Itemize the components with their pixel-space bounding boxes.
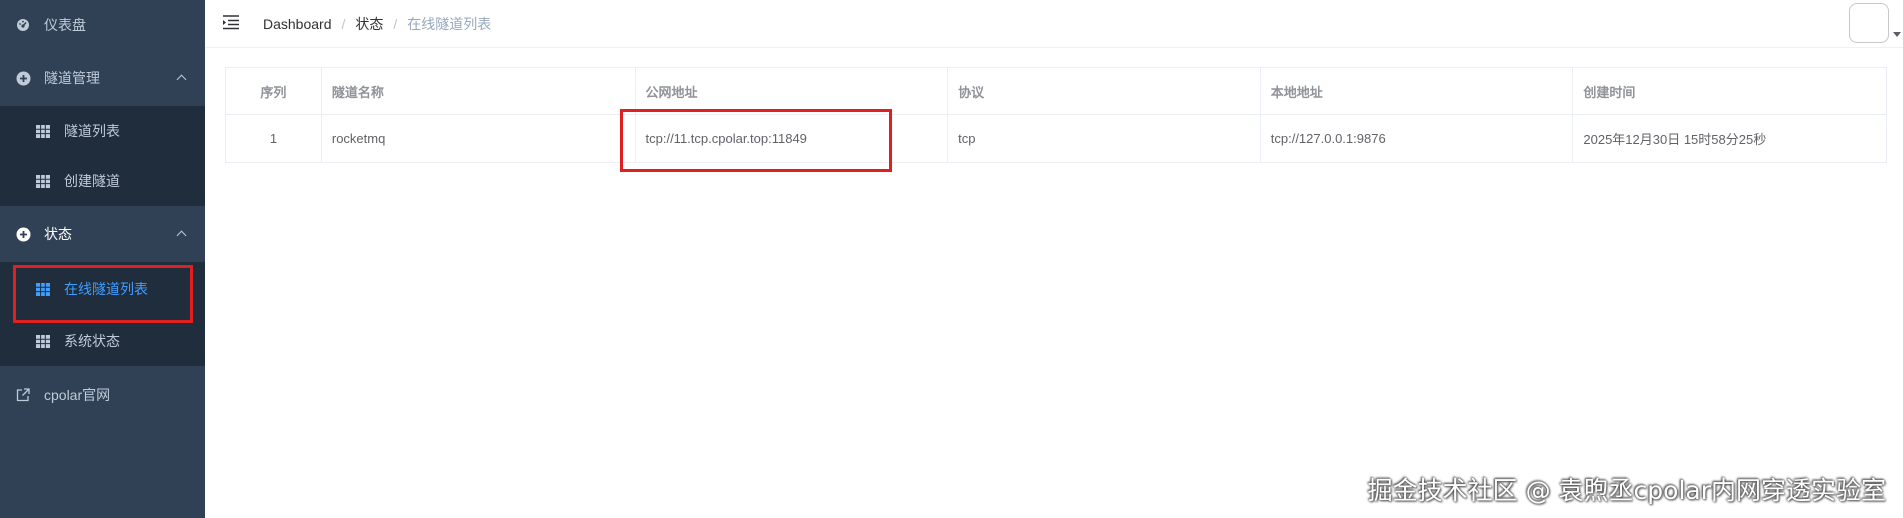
table-icon xyxy=(35,333,51,349)
table-cell-name: rocketmq xyxy=(322,115,636,162)
table-header-cell: 隧道名称 xyxy=(322,68,636,114)
breadcrumb-item-current: 在线隧道列表 xyxy=(407,16,492,32)
table-header-cell: 协议 xyxy=(948,68,1261,114)
chevron-up-icon xyxy=(176,230,187,241)
table-icon xyxy=(35,281,51,297)
navbar: Dashboard / 状态 / 在线隧道列表 xyxy=(205,0,1903,48)
sidebar-group-status[interactable]: 状态 xyxy=(0,206,205,262)
tunnel-table: 序列 隧道名称 公网地址 协议 本地地址 创建时间 1 rocketmq tcp… xyxy=(225,67,1887,163)
submenu-status: 在线隧道列表 系统状态 xyxy=(0,262,205,366)
table-header-cell: 创建时间 xyxy=(1583,84,1636,100)
sidebar-label: 在线隧道列表 xyxy=(64,281,148,297)
breadcrumb-separator: / xyxy=(341,16,346,32)
breadcrumb: Dashboard / 状态 / 在线隧道列表 xyxy=(263,14,491,34)
sidebar-group-tunnel-mgmt[interactable]: 隧道管理 xyxy=(0,50,205,106)
breadcrumb-separator: / xyxy=(393,16,398,32)
plus-circle-icon xyxy=(15,226,31,242)
sidebar-item-dashboard[interactable]: 仪表盘 xyxy=(0,0,205,50)
breadcrumb-item-status[interactable]: 状态 xyxy=(355,14,383,34)
sidebar: 仪表盘 隧道管理 隧道列表 创建隧道 状态 在线隧道列表 系统状态 cpolar… xyxy=(0,0,205,518)
table-header-row: 序列 隧道名称 公网地址 协议 本地地址 创建时间 xyxy=(226,68,1886,115)
table-icon xyxy=(35,123,51,139)
sidebar-label: 状态 xyxy=(44,226,72,242)
sidebar-label: 隧道管理 xyxy=(44,70,100,86)
sidebar-item-create-tunnel[interactable]: 创建隧道 xyxy=(0,156,205,206)
table-cell-created-time: 2025年12月30日 15时58分25秒 xyxy=(1583,132,1767,147)
sidebar-label: 隧道列表 xyxy=(64,123,120,139)
chevron-up-icon xyxy=(176,74,187,85)
sidebar-label: 系统状态 xyxy=(64,333,120,349)
submenu-tunnel-mgmt: 隧道列表 创建隧道 xyxy=(0,106,205,206)
sidebar-item-online-tunnels[interactable]: 在线隧道列表 xyxy=(0,262,205,316)
table-row[interactable]: 1 rocketmq tcp://11.tcp.cpolar.top:11849… xyxy=(226,115,1886,162)
table-cell-protocol: tcp xyxy=(948,115,1261,162)
external-link-icon xyxy=(15,387,31,403)
sidebar-label: 创建隧道 xyxy=(64,173,120,189)
watermark: 掘金技术社区 @ 袁煦丞cpolar内网穿透实验室 xyxy=(1367,476,1886,505)
table-icon xyxy=(35,173,51,189)
sidebar-label: cpolar官网 xyxy=(44,387,111,403)
breadcrumb-item-dashboard[interactable]: Dashboard xyxy=(263,16,332,32)
sidebar-item-tunnel-list[interactable]: 隧道列表 xyxy=(0,106,205,156)
avatar[interactable] xyxy=(1849,3,1889,43)
sidebar-item-cpolar-site[interactable]: cpolar官网 xyxy=(0,366,205,424)
dashboard-icon xyxy=(15,17,31,33)
sidebar-item-system-status[interactable]: 系统状态 xyxy=(0,316,205,366)
table-header-cell: 序列 xyxy=(226,68,322,114)
table-cell-index: 1 xyxy=(226,115,322,162)
table-cell-public-address: tcp://11.tcp.cpolar.top:11849 xyxy=(636,115,949,162)
table-header-cell: 公网地址 xyxy=(636,68,949,114)
caret-down-icon[interactable] xyxy=(1893,32,1901,37)
sidebar-label: 仪表盘 xyxy=(44,17,86,33)
app-root: 仪表盘 隧道管理 隧道列表 创建隧道 状态 在线隧道列表 系统状态 cpolar… xyxy=(0,0,1903,518)
table-header-cell: 本地地址 xyxy=(1261,68,1574,114)
plus-circle-icon xyxy=(15,70,31,86)
table-cell-local-address: tcp://127.0.0.1:9876 xyxy=(1261,115,1574,162)
hamburger-icon[interactable] xyxy=(222,14,240,30)
